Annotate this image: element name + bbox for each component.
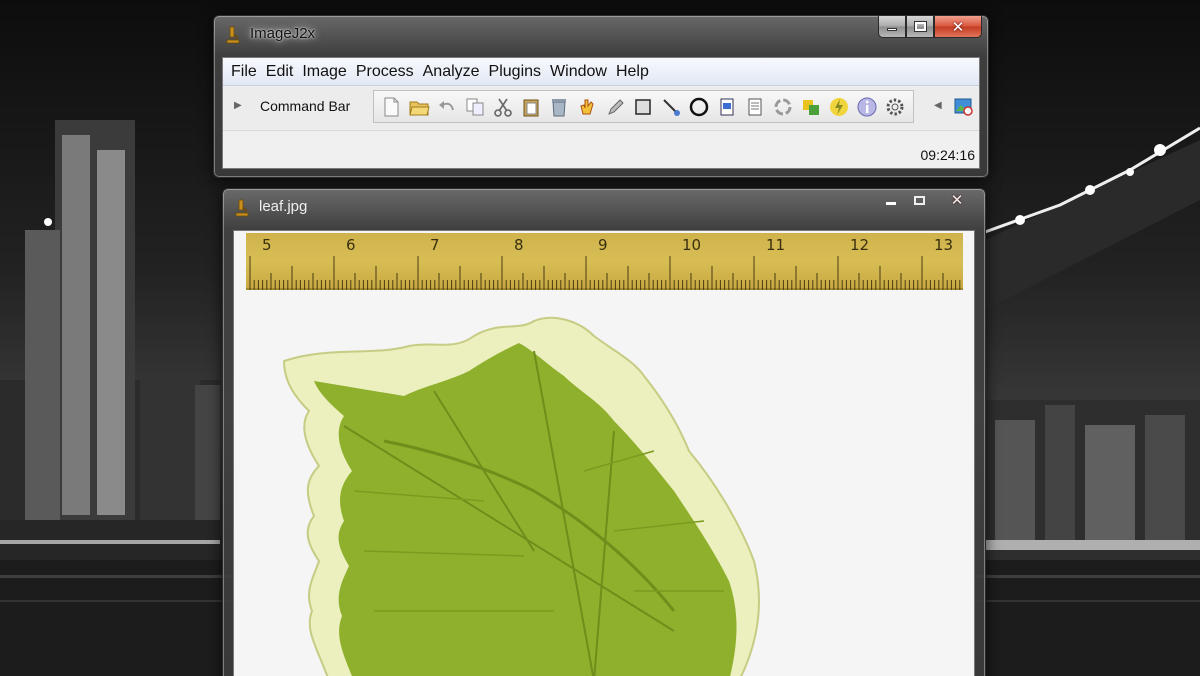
lightning-button[interactable] bbox=[825, 94, 853, 120]
rectangle-select-icon bbox=[635, 98, 651, 115]
recycle-icon bbox=[774, 98, 792, 115]
recycle-button[interactable] bbox=[769, 94, 797, 120]
ruler-label: 12 bbox=[850, 236, 870, 254]
copy-icon bbox=[466, 98, 484, 115]
image-window-leaf[interactable]: leaf.jpg ✕ 5 6 7 8 9 10 11 12 13 bbox=[222, 188, 986, 676]
imagej-client-area: File Edit Image Process Analyze Plugins … bbox=[222, 57, 980, 169]
delete-icon bbox=[552, 98, 566, 116]
ruler-label: 13 bbox=[934, 236, 954, 254]
delete-button[interactable] bbox=[545, 94, 573, 120]
cut-icon bbox=[494, 98, 512, 117]
tool-strip bbox=[373, 90, 914, 123]
new-file-icon bbox=[384, 97, 399, 116]
document-icon bbox=[720, 98, 734, 115]
menu-edit[interactable]: Edit bbox=[264, 63, 299, 81]
info-icon bbox=[857, 97, 877, 116]
ruler-label: 7 bbox=[430, 236, 440, 254]
color-picker-button[interactable] bbox=[797, 94, 825, 120]
imagej-titlebar[interactable]: ImageJ2x ✕ bbox=[214, 16, 988, 52]
image-window-title: leaf.jpg bbox=[259, 198, 308, 215]
new-file-button[interactable] bbox=[377, 94, 405, 120]
open-button[interactable] bbox=[405, 94, 433, 120]
open-folder-icon bbox=[409, 101, 430, 115]
ruler-label: 11 bbox=[766, 236, 786, 254]
image-search-icon[interactable] bbox=[953, 96, 975, 118]
ruler-label: 10 bbox=[682, 236, 702, 254]
imagej-main-window[interactable]: ImageJ2x ✕ File Edit Image Process Analy… bbox=[213, 15, 989, 178]
menu-image[interactable]: Image bbox=[300, 63, 351, 81]
maximize-icon bbox=[913, 195, 925, 205]
minimize-button[interactable] bbox=[878, 16, 906, 38]
window-title: ImageJ2x bbox=[250, 25, 316, 42]
line-icon bbox=[663, 98, 680, 116]
minimize-icon bbox=[887, 28, 897, 31]
menu-analyze[interactable]: Analyze bbox=[421, 63, 485, 81]
info-button[interactable] bbox=[853, 94, 881, 120]
clock-readout: 09:24:16 bbox=[920, 147, 976, 163]
menu-bar: File Edit Image Process Analyze Plugins … bbox=[223, 58, 979, 86]
image-canvas[interactable]: 5 6 7 8 9 10 11 12 13 bbox=[233, 230, 975, 676]
close-icon: ✕ bbox=[950, 191, 964, 209]
leaf-image bbox=[282, 316, 760, 676]
undo-button[interactable] bbox=[433, 94, 461, 120]
maximize-button[interactable] bbox=[906, 16, 934, 38]
ruler-label: 6 bbox=[346, 236, 356, 254]
copy-button[interactable] bbox=[461, 94, 489, 120]
image-minimize-button[interactable] bbox=[877, 189, 905, 211]
image-maximize-button[interactable] bbox=[905, 189, 933, 211]
ruler-label: 9 bbox=[598, 236, 608, 254]
ruler-label: 5 bbox=[262, 236, 272, 254]
menu-file[interactable]: File bbox=[229, 63, 262, 81]
line-button[interactable] bbox=[657, 94, 685, 120]
page-button[interactable] bbox=[741, 94, 769, 120]
command-bar-label[interactable]: Command Bar bbox=[260, 98, 350, 114]
hand-icon bbox=[580, 99, 594, 114]
close-icon: ✕ bbox=[951, 17, 965, 36]
command-bar-row: ▶ Command Bar ◀ bbox=[223, 87, 979, 129]
image-close-button[interactable]: ✕ bbox=[933, 189, 981, 211]
paste-button[interactable] bbox=[517, 94, 545, 120]
undo-icon bbox=[439, 100, 454, 110]
image-caption-buttons: ✕ bbox=[877, 189, 981, 211]
maximize-icon bbox=[913, 21, 927, 32]
minimize-icon bbox=[886, 201, 896, 205]
microscope-icon bbox=[226, 26, 240, 44]
ruler-label: 8 bbox=[514, 236, 524, 254]
pencil-icon bbox=[608, 98, 624, 115]
scroll-left-arrow-icon[interactable]: ◀ bbox=[934, 100, 942, 111]
menu-window[interactable]: Window bbox=[548, 63, 612, 81]
close-button[interactable]: ✕ bbox=[934, 16, 982, 38]
oval-button[interactable] bbox=[685, 94, 713, 120]
microscope-icon bbox=[235, 199, 249, 217]
paste-icon bbox=[523, 99, 539, 116]
ruler-image: 5 6 7 8 9 10 11 12 13 bbox=[246, 233, 963, 290]
menu-plugins[interactable]: Plugins bbox=[487, 63, 546, 81]
pencil-button[interactable] bbox=[601, 94, 629, 120]
status-bar: 09:24:16 bbox=[223, 130, 979, 168]
settings-icon bbox=[886, 98, 904, 115]
menu-help[interactable]: Help bbox=[614, 63, 654, 81]
oval-icon bbox=[689, 97, 709, 116]
document-button[interactable] bbox=[713, 94, 741, 120]
hand-button[interactable] bbox=[573, 94, 601, 120]
color-picker-icon bbox=[803, 99, 819, 115]
menu-process[interactable]: Process bbox=[354, 63, 419, 81]
image-window-titlebar[interactable]: leaf.jpg ✕ bbox=[223, 189, 985, 225]
cut-button[interactable] bbox=[489, 94, 517, 120]
page-icon bbox=[748, 98, 762, 115]
lightning-icon bbox=[830, 97, 848, 116]
expand-arrow-icon[interactable]: ▶ bbox=[234, 100, 242, 111]
caption-buttons: ✕ bbox=[878, 16, 982, 38]
rectangle-select-button[interactable] bbox=[629, 94, 657, 120]
settings-button[interactable] bbox=[881, 94, 909, 120]
